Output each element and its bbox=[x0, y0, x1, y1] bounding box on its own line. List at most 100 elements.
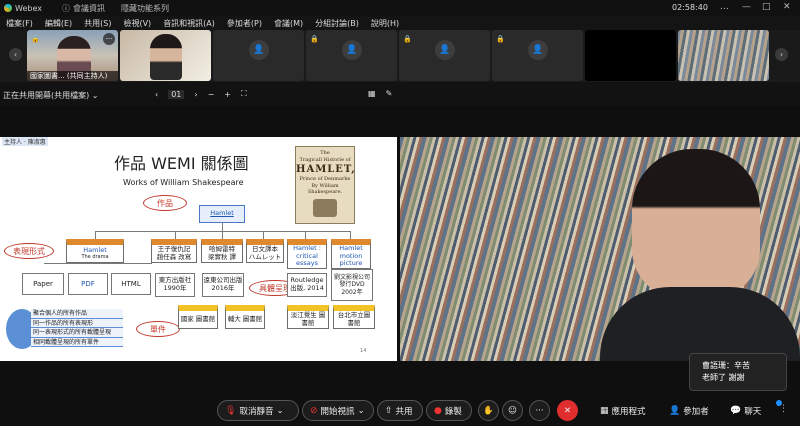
legend-line: 同一作品的所有表現形 bbox=[31, 318, 123, 328]
apps-label: 應用程式 bbox=[611, 406, 646, 417]
user-avatar-icon: 👤 bbox=[435, 40, 455, 60]
participant-tile[interactable]: 👤 bbox=[213, 30, 304, 81]
participant-name: 國家圖書... (共同主持人) bbox=[27, 71, 118, 81]
manifestation-node: 劉文影視公司發行DVD 2002年 bbox=[331, 269, 373, 301]
page-number[interactable]: 01 bbox=[168, 89, 185, 99]
menu-bar: 檔案(F) 編輯(E) 共用(S) 檢視(V) 音訊和視訊(A) 參加者(P) … bbox=[0, 16, 800, 30]
slide-title: 作品 WEMI 關係圖 bbox=[114, 154, 249, 173]
menu-file[interactable]: 檔案(F) bbox=[0, 18, 39, 29]
share-screen-icon: ⇧ bbox=[385, 405, 393, 416]
chat-button[interactable]: 💬 聊天 bbox=[723, 400, 768, 421]
zoom-in-button[interactable]: + bbox=[224, 90, 231, 99]
participant-tile-host[interactable]: 🔒 ··· 國家圖書... (共同主持人) bbox=[27, 30, 118, 81]
manifestation-node: HTML bbox=[111, 273, 151, 295]
menu-meeting[interactable]: 會議(M) bbox=[268, 18, 309, 29]
participant-tile[interactable] bbox=[678, 30, 769, 81]
start-video-button[interactable]: ⊘ 開始視訊 ⌄ bbox=[302, 400, 374, 421]
item-node: 輔大 圖書館 bbox=[225, 305, 265, 329]
speaker-figure bbox=[632, 149, 760, 299]
apps-button[interactable]: ▦ 應用程式 bbox=[593, 400, 653, 421]
manifestation-node: Routledge 出版, 2014 bbox=[287, 273, 327, 297]
zoom-out-button[interactable]: − bbox=[208, 90, 215, 99]
share-button[interactable]: ⇧ 共用 bbox=[377, 400, 423, 421]
chat-notification[interactable]: 曹語珊：辛苦 老師了 謝謝 bbox=[689, 353, 787, 406]
reactions-button[interactable]: ☺ bbox=[502, 400, 523, 421]
expression-sub: The drama bbox=[81, 254, 109, 261]
video-off-icon: ⊘ bbox=[310, 405, 318, 416]
legend-line: 同一表現形式的所有載體呈現 bbox=[31, 328, 123, 338]
work-node: Hamlet bbox=[199, 205, 245, 223]
participant-strip: ‹ 🔒 ··· 國家圖書... (共同主持人) 👤 🔒 👤 🔒 👤 🔒 👤 › bbox=[0, 30, 800, 82]
menu-help[interactable]: 說明(H) bbox=[365, 18, 405, 29]
manifestation-node: 遠東公司出版 2016年 bbox=[202, 273, 244, 297]
menu-edit[interactable]: 編輯(E) bbox=[39, 18, 78, 29]
fit-screen-icon[interactable]: ⛶ bbox=[241, 89, 247, 99]
more-options-button[interactable]: ··· bbox=[529, 400, 550, 421]
grid-view-icon[interactable]: ▦ bbox=[368, 89, 376, 98]
tile-more-button[interactable]: ··· bbox=[103, 33, 115, 45]
minimize-button[interactable]: — bbox=[742, 2, 751, 12]
manifestation-node: 東方出版社 1990年 bbox=[155, 273, 195, 297]
webex-logo-icon bbox=[4, 4, 12, 12]
expression-node: 哈姆雷特 梁實秋 譯 bbox=[201, 239, 243, 263]
sharing-status[interactable]: 正在共用開幕(共用檔案) ⌄ bbox=[3, 90, 99, 101]
meeting-title: 隱藏功能系列 bbox=[120, 3, 169, 13]
chat-label: 聊天 bbox=[744, 406, 762, 417]
slide-subtitle: Works of William Shakespeare bbox=[123, 178, 244, 187]
item-node: 淡江覺生 圖書館 bbox=[287, 305, 329, 329]
participant-tile[interactable]: 🔒 👤 bbox=[492, 30, 583, 81]
lock-icon: 🔒 bbox=[403, 35, 412, 43]
chat-message: 老師了 謝謝 bbox=[702, 373, 745, 382]
expression-title: Hamlet bbox=[83, 245, 107, 254]
meeting-clock: 02:58:40 bbox=[672, 3, 708, 12]
strip-prev-button[interactable]: ‹ bbox=[9, 48, 22, 61]
emblem-icon bbox=[313, 198, 337, 217]
record-button[interactable]: ● 錄製 bbox=[426, 400, 472, 421]
meeting-info-button[interactable]: ⓘ 會議資訊 bbox=[62, 3, 105, 14]
menu-breakout[interactable]: 分組討論(B) bbox=[309, 18, 365, 29]
expression-node: 日文譯本 ハムレット bbox=[246, 239, 284, 263]
unmute-button[interactable]: 🎙 取消靜音 ⌄ bbox=[217, 400, 299, 421]
more-options-button[interactable]: … bbox=[720, 2, 729, 12]
book-line: By William Shakespeare. bbox=[307, 182, 343, 196]
participant-tile[interactable]: 🔒 👤 bbox=[306, 30, 397, 81]
maximize-button[interactable]: □ bbox=[762, 2, 771, 12]
strip-next-button[interactable]: › bbox=[775, 48, 788, 61]
annotate-icon[interactable]: ✎ bbox=[386, 89, 393, 98]
title-bar: Webex ⓘ 會議資訊 隱藏功能系列 02:58:40 … — □ ✕ bbox=[0, 0, 800, 16]
sharing-status-label: 正在共用開幕(共用檔案) bbox=[3, 91, 90, 100]
menu-share[interactable]: 共用(S) bbox=[78, 18, 117, 29]
connector bbox=[44, 263, 152, 264]
legend-line: 聚合個人的所有作品 bbox=[31, 309, 123, 319]
start-video-label: 開始視訊 bbox=[320, 406, 355, 417]
page-controls: ‹ 01 › − + ⛶ bbox=[155, 89, 247, 99]
participant-tile-self[interactable] bbox=[120, 30, 211, 81]
shared-slide: 主持人 · 陳淑惠 作品 WEMI 關係圖 Works of William S… bbox=[0, 137, 397, 361]
meeting-controls: 🎙 取消靜音 ⌄ ⊘ 開始視訊 ⌄ ⇧ 共用 ● 錄製 ✋ ☺ ··· ✕ ▦ … bbox=[0, 398, 800, 426]
record-icon: ● bbox=[434, 405, 442, 416]
user-avatar-icon: 👤 bbox=[249, 40, 269, 60]
expression-sub: motion picture bbox=[339, 251, 363, 268]
prev-page-icon[interactable]: ‹ bbox=[155, 90, 158, 99]
leave-meeting-button[interactable]: ✕ bbox=[557, 400, 578, 421]
webex-logo: Webex bbox=[0, 4, 42, 13]
share-toolbar: 正在共用開幕(共用檔案) ⌄ ‹ 01 › − + ⛶ ▦ ✎ bbox=[0, 82, 800, 106]
chevron-down-icon: ⌄ bbox=[357, 405, 365, 416]
next-page-icon[interactable]: › bbox=[194, 90, 197, 99]
person-icon: 👤 bbox=[669, 405, 681, 416]
active-speaker-video[interactable] bbox=[400, 137, 800, 361]
connector bbox=[175, 231, 176, 239]
close-button[interactable]: ✕ bbox=[783, 2, 791, 12]
participant-tile[interactable]: 🔒 👤 bbox=[399, 30, 490, 81]
slide-page-number: 14 bbox=[360, 348, 367, 354]
connector bbox=[263, 231, 264, 239]
participants-button[interactable]: 👤 參加者 bbox=[662, 400, 716, 421]
menu-view[interactable]: 檢視(V) bbox=[117, 18, 157, 29]
smiley-icon: ☺ bbox=[508, 405, 517, 416]
layout-options-icon[interactable]: ⋮ bbox=[779, 404, 788, 414]
menu-participants[interactable]: 參加者(P) bbox=[221, 18, 268, 29]
chat-bubble-icon: 💬 bbox=[730, 405, 742, 416]
menu-audio-video[interactable]: 音訊和視訊(A) bbox=[157, 18, 221, 29]
raise-hand-button[interactable]: ✋ bbox=[478, 400, 499, 421]
participant-tile[interactable] bbox=[585, 30, 676, 81]
